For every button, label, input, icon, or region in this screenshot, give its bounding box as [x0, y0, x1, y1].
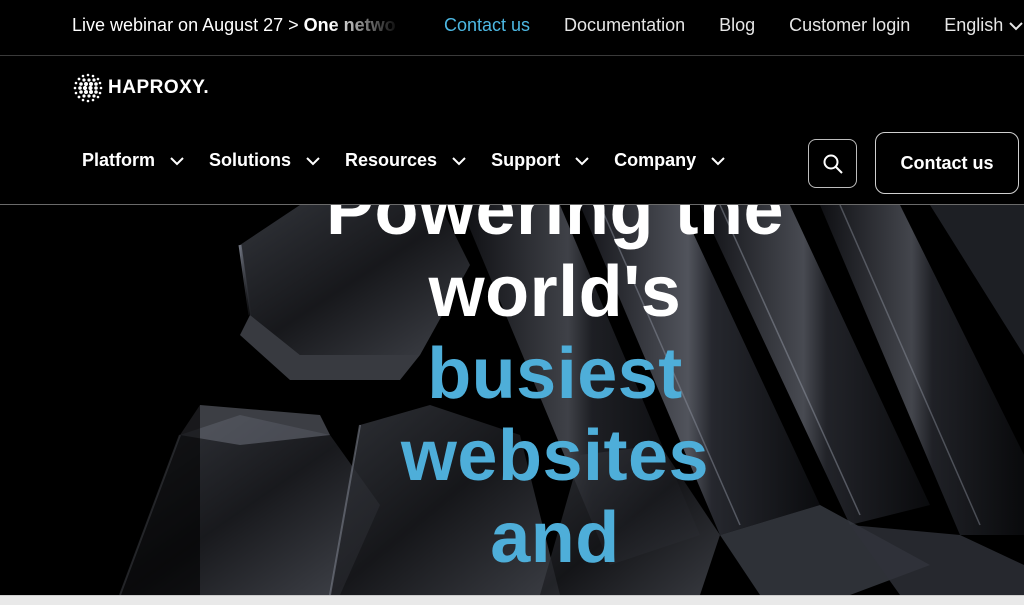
- nav-item-support[interactable]: Support: [491, 150, 590, 171]
- language-selector[interactable]: English: [944, 15, 1023, 36]
- hero-line-4: websites: [400, 416, 710, 496]
- chevron-down-icon: [1009, 21, 1023, 30]
- nav-item-company[interactable]: Company: [614, 150, 726, 171]
- nav-item-label: Company: [614, 150, 697, 170]
- search-button[interactable]: [808, 139, 857, 188]
- utility-contact-link[interactable]: Contact us: [444, 15, 530, 36]
- contact-us-button[interactable]: Contact us: [875, 132, 1019, 194]
- nav-item-resources[interactable]: Resources: [345, 150, 467, 171]
- announcement-banner[interactable]: Live webinar on August 27 > One netwo: [72, 15, 400, 36]
- hero-line-2: world's: [428, 252, 682, 332]
- utility-bar: Live webinar on August 27 > One netwo Co…: [0, 0, 1024, 56]
- utility-links: Contact us Documentation Blog Customer l…: [444, 15, 1023, 36]
- haproxy-logo-icon: [73, 73, 103, 103]
- announcement-text: Live webinar on August 27 >: [72, 15, 304, 35]
- chevron-down-icon: [452, 156, 466, 165]
- main-navigation: Platform Solutions Resources Support Com…: [82, 150, 750, 171]
- documentation-link[interactable]: Documentation: [564, 15, 685, 36]
- haproxy-logo[interactable]: HAPROXY.: [72, 72, 209, 104]
- hero-section: Powering the world's busiest websites an…: [0, 205, 1024, 595]
- chevron-down-icon: [170, 156, 184, 165]
- hero-line-1: Powering the: [325, 205, 785, 250]
- header-divider: [0, 204, 1024, 205]
- hero-line-5: and: [490, 498, 620, 578]
- blog-link[interactable]: Blog: [719, 15, 755, 36]
- language-label: English: [944, 15, 1004, 35]
- chevron-down-icon: [575, 156, 589, 165]
- nav-item-label: Platform: [82, 150, 156, 170]
- nav-item-label: Resources: [345, 150, 438, 170]
- bottom-scroll-strip: [0, 595, 1024, 605]
- hero-headline: Powering the world's busiest websites an…: [0, 205, 1024, 579]
- logo-wordmark: HAPROXY.: [108, 77, 210, 98]
- search-icon: [823, 154, 843, 174]
- hero-line-3: busiest: [427, 334, 683, 414]
- chevron-down-icon: [306, 156, 320, 165]
- chevron-down-icon: [711, 156, 725, 165]
- nav-item-solutions[interactable]: Solutions: [209, 150, 321, 171]
- nav-item-label: Solutions: [209, 150, 292, 170]
- nav-item-label: Support: [491, 150, 561, 170]
- customer-login-link[interactable]: Customer login: [789, 15, 910, 36]
- announcement-fade: [330, 15, 400, 36]
- nav-item-platform[interactable]: Platform: [82, 150, 185, 171]
